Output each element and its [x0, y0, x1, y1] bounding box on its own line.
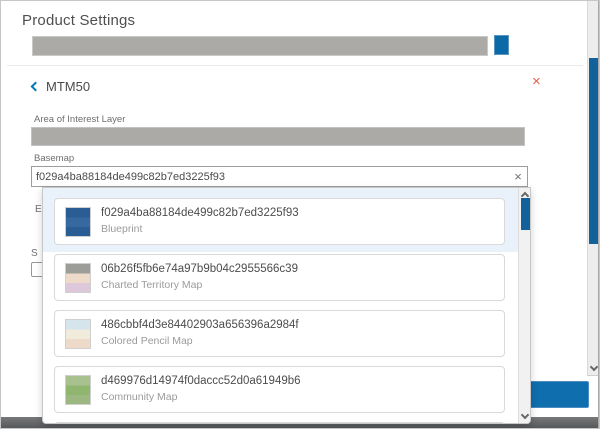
- basemap-option-id: f029a4ba88184de499c82b7ed3225f93: [101, 207, 299, 219]
- clear-input-icon[interactable]: ×: [509, 169, 527, 184]
- basemap-field-label: Basemap: [34, 153, 74, 164]
- divider: [7, 65, 583, 66]
- basemap-option-id: 06b26f5fb6e74a97b9b04c2955566c39: [101, 263, 298, 275]
- close-icon[interactable]: ×: [532, 74, 541, 90]
- basemap-input[interactable]: [32, 171, 509, 183]
- basemap-option-id: d469976d14974f0daccc52d0a61949b6: [101, 375, 301, 387]
- basemap-option-label: Charted Territory Map: [101, 279, 202, 291]
- back-link-label: MTM50: [46, 79, 90, 94]
- chevron-left-icon: [31, 81, 41, 91]
- basemap-option-community[interactable]: d469976d14974f0daccc52d0a61949b6 Communi…: [54, 366, 505, 413]
- obscured-field-label-e: E: [35, 204, 42, 215]
- back-link-mtm50[interactable]: MTM50: [32, 78, 90, 94]
- basemap-option-id: 486cbbf4d3e84402903a656396a2984f: [101, 319, 299, 331]
- basemap-option-colored-pencil[interactable]: 486cbbf4d3e84402903a656396a2984f Colored…: [54, 310, 505, 357]
- obscured-field-label-s: S: [31, 248, 38, 259]
- basemap-dropdown: f029a4ba88184de499c82b7ed3225f93 Bluepri…: [42, 187, 531, 424]
- page-title: Product Settings: [22, 12, 135, 29]
- basemap-thumbnail: [65, 263, 91, 293]
- basemap-thumbnail: [65, 375, 91, 405]
- basemap-option-label: Colored Pencil Map: [101, 335, 193, 347]
- redacted-field-bar: [32, 36, 488, 56]
- dropdown-scrollbar-thumb[interactable]: [521, 198, 530, 230]
- aoi-field-label: Area of Interest Layer: [34, 114, 125, 125]
- aoi-disabled-input: [31, 127, 525, 146]
- dropdown-scrollbar[interactable]: [518, 188, 531, 424]
- accent-square[interactable]: [494, 35, 509, 55]
- primary-action-button[interactable]: [525, 381, 589, 408]
- basemap-thumbnail: [65, 207, 91, 237]
- basemap-option-partial[interactable]: [54, 422, 505, 424]
- basemap-option-label: Community Map: [101, 391, 177, 403]
- basemap-input-wrap: ×: [31, 166, 528, 187]
- basemap-option-charted-territory[interactable]: 06b26f5fb6e74a97b9b04c2955566c39 Charted…: [54, 254, 505, 301]
- product-settings-window: Product Settings MTM50 × Area of Interes…: [0, 0, 600, 429]
- scroll-down-icon[interactable]: [521, 411, 529, 419]
- basemap-option-blueprint[interactable]: f029a4ba88184de499c82b7ed3225f93 Bluepri…: [54, 198, 505, 245]
- window-scroll-down-icon[interactable]: [590, 363, 598, 371]
- basemap-thumbnail: [65, 319, 91, 349]
- basemap-option-label: Blueprint: [101, 223, 142, 235]
